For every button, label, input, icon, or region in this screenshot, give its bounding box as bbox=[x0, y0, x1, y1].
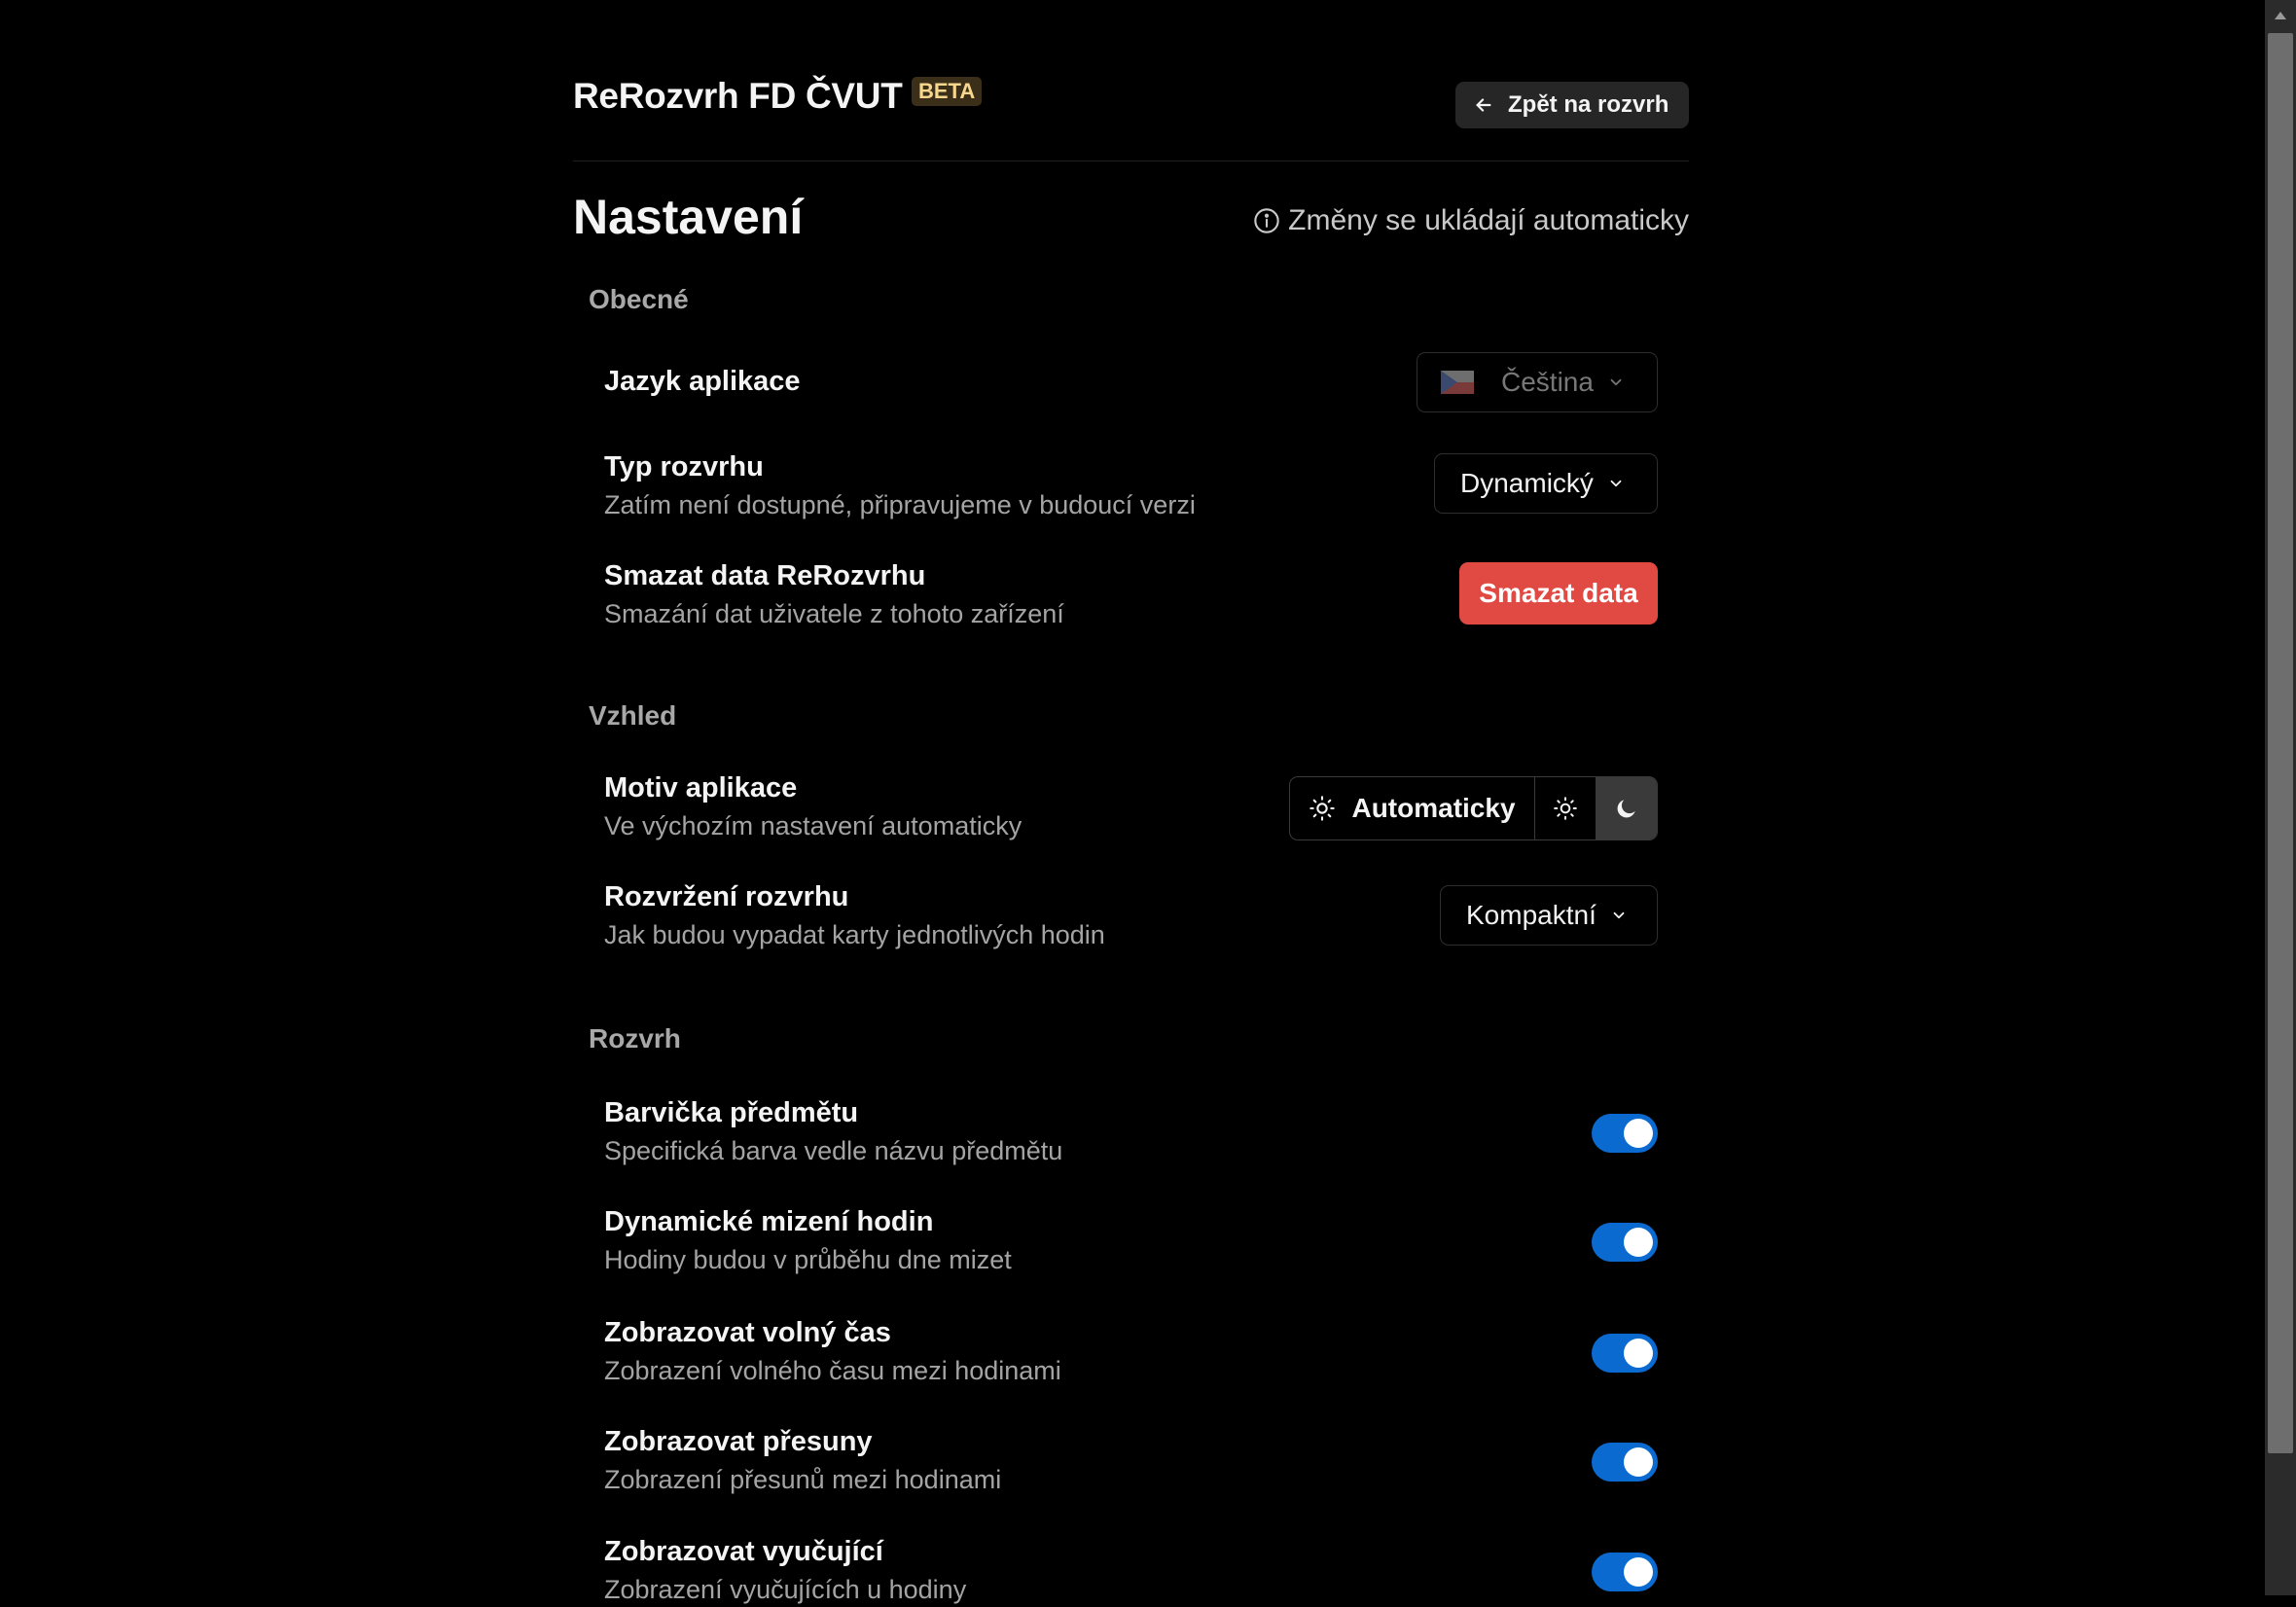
teachers-toggle[interactable] bbox=[1592, 1553, 1658, 1591]
toggle-knob bbox=[1624, 1339, 1653, 1368]
triangle-up-icon bbox=[2275, 12, 2286, 19]
theme-dark-button[interactable] bbox=[1596, 777, 1657, 839]
moon-icon bbox=[1617, 800, 1635, 818]
app-title: ReRozvrh FD ČVUT bbox=[573, 76, 903, 116]
section-title-appearance: Vzhled bbox=[589, 700, 677, 731]
sun-auto-icon bbox=[1309, 796, 1336, 821]
language-select[interactable]: Čeština bbox=[1417, 352, 1658, 412]
setting-label: Zobrazovat přesuny bbox=[604, 1426, 873, 1457]
setting-row-free-time: Zobrazovat volný čas Zobrazení volného č… bbox=[604, 1315, 1658, 1388]
theme-switcher: Automaticky bbox=[1289, 776, 1658, 840]
arrow-left-icon bbox=[1476, 98, 1491, 112]
autosave-note: Změny se ukládají automaticky bbox=[1253, 204, 1689, 237]
setting-label: Dynamické mizení hodin bbox=[604, 1206, 934, 1237]
setting-description: Zobrazení volného času mezi hodinami bbox=[604, 1356, 1061, 1385]
scroll-thumb[interactable] bbox=[2268, 33, 2293, 1453]
theme-auto-label: Automaticky bbox=[1351, 793, 1516, 823]
czech-flag-icon bbox=[1441, 371, 1474, 394]
setting-row-delete-data: Smazat data ReRozvrhu Smazání dat uživat… bbox=[604, 558, 1658, 631]
section-title-schedule: Rozvrh bbox=[589, 1023, 681, 1053]
delete-data-button[interactable]: Smazat data bbox=[1459, 562, 1658, 625]
setting-row-transfers: Zobrazovat přesuny Zobrazení přesunů mez… bbox=[604, 1424, 1658, 1497]
setting-description: Hodiny budou v průběhu dne mizet bbox=[604, 1245, 1012, 1274]
toggle-knob bbox=[1624, 1557, 1653, 1587]
free-time-toggle[interactable] bbox=[1592, 1334, 1658, 1373]
setting-label: Barvička předmětu bbox=[604, 1097, 859, 1128]
transfers-toggle[interactable] bbox=[1592, 1443, 1658, 1482]
page-title: Nastavení bbox=[573, 190, 804, 244]
setting-label: Zobrazovat volný čas bbox=[604, 1317, 891, 1348]
setting-row-theme: Motiv aplikace Ve výchozím nastavení aut… bbox=[604, 770, 1658, 843]
setting-row-language: Jazyk aplikace Čeština bbox=[604, 352, 1658, 412]
chevron-down-icon bbox=[1610, 378, 1622, 386]
sun-icon bbox=[1554, 797, 1577, 820]
autosave-note-text: Změny se ukládají automaticky bbox=[1288, 204, 1689, 236]
theme-light-button[interactable] bbox=[1535, 777, 1596, 839]
setting-description: Specifická barva vedle názvu předmětu bbox=[604, 1136, 1063, 1165]
schedule-type-value: Dynamický bbox=[1460, 468, 1594, 498]
theme-auto-button[interactable]: Automaticky bbox=[1290, 777, 1535, 839]
setting-row-schedule-type: Typ rozvrhu Zatím není dostupné, připrav… bbox=[604, 449, 1658, 522]
toggle-knob bbox=[1624, 1447, 1653, 1477]
setting-row-layout: Rozvržení rozvrhu Jak budou vypadat kart… bbox=[604, 879, 1658, 952]
chevron-down-icon bbox=[1613, 911, 1625, 919]
section-title-general: Obecné bbox=[589, 284, 689, 314]
back-to-schedule-button[interactable]: Zpět na rozvrh bbox=[1455, 82, 1689, 128]
setting-description: Zobrazení vyučujících u hodiny bbox=[604, 1575, 967, 1604]
beta-badge: BETA bbox=[912, 77, 983, 106]
schedule-type-select[interactable]: Dynamický bbox=[1434, 453, 1658, 514]
setting-label: Zobrazovat vyučující bbox=[604, 1536, 883, 1567]
setting-row-teachers: Zobrazovat vyučující Zobrazení vyučující… bbox=[604, 1534, 1658, 1607]
toggle-knob bbox=[1624, 1119, 1653, 1148]
layout-value: Kompaktní bbox=[1466, 900, 1596, 930]
setting-row-subject-color: Barvička předmětu Specifická barva vedle… bbox=[604, 1095, 1658, 1168]
layout-select[interactable]: Kompaktní bbox=[1440, 885, 1658, 946]
back-button-label: Zpět na rozvrh bbox=[1508, 91, 1669, 118]
page-scrollbar[interactable] bbox=[2265, 0, 2296, 1595]
chevron-down-icon bbox=[1610, 480, 1622, 487]
dynamic-fade-toggle[interactable] bbox=[1592, 1223, 1658, 1262]
info-icon bbox=[1254, 208, 1279, 233]
setting-row-dynamic-fade: Dynamické mizení hodin Hodiny budou v pr… bbox=[604, 1204, 1658, 1277]
language-value: Čeština bbox=[1501, 367, 1594, 397]
setting-description: Zobrazení přesunů mezi hodinami bbox=[604, 1465, 1002, 1494]
toggle-knob bbox=[1624, 1228, 1653, 1257]
subject-color-toggle[interactable] bbox=[1592, 1114, 1658, 1153]
scroll-up-arrow[interactable] bbox=[2265, 2, 2296, 29]
app-header: ReRozvrh FD ČVUT BETA Zpět na rozvrh bbox=[573, 0, 1689, 161]
